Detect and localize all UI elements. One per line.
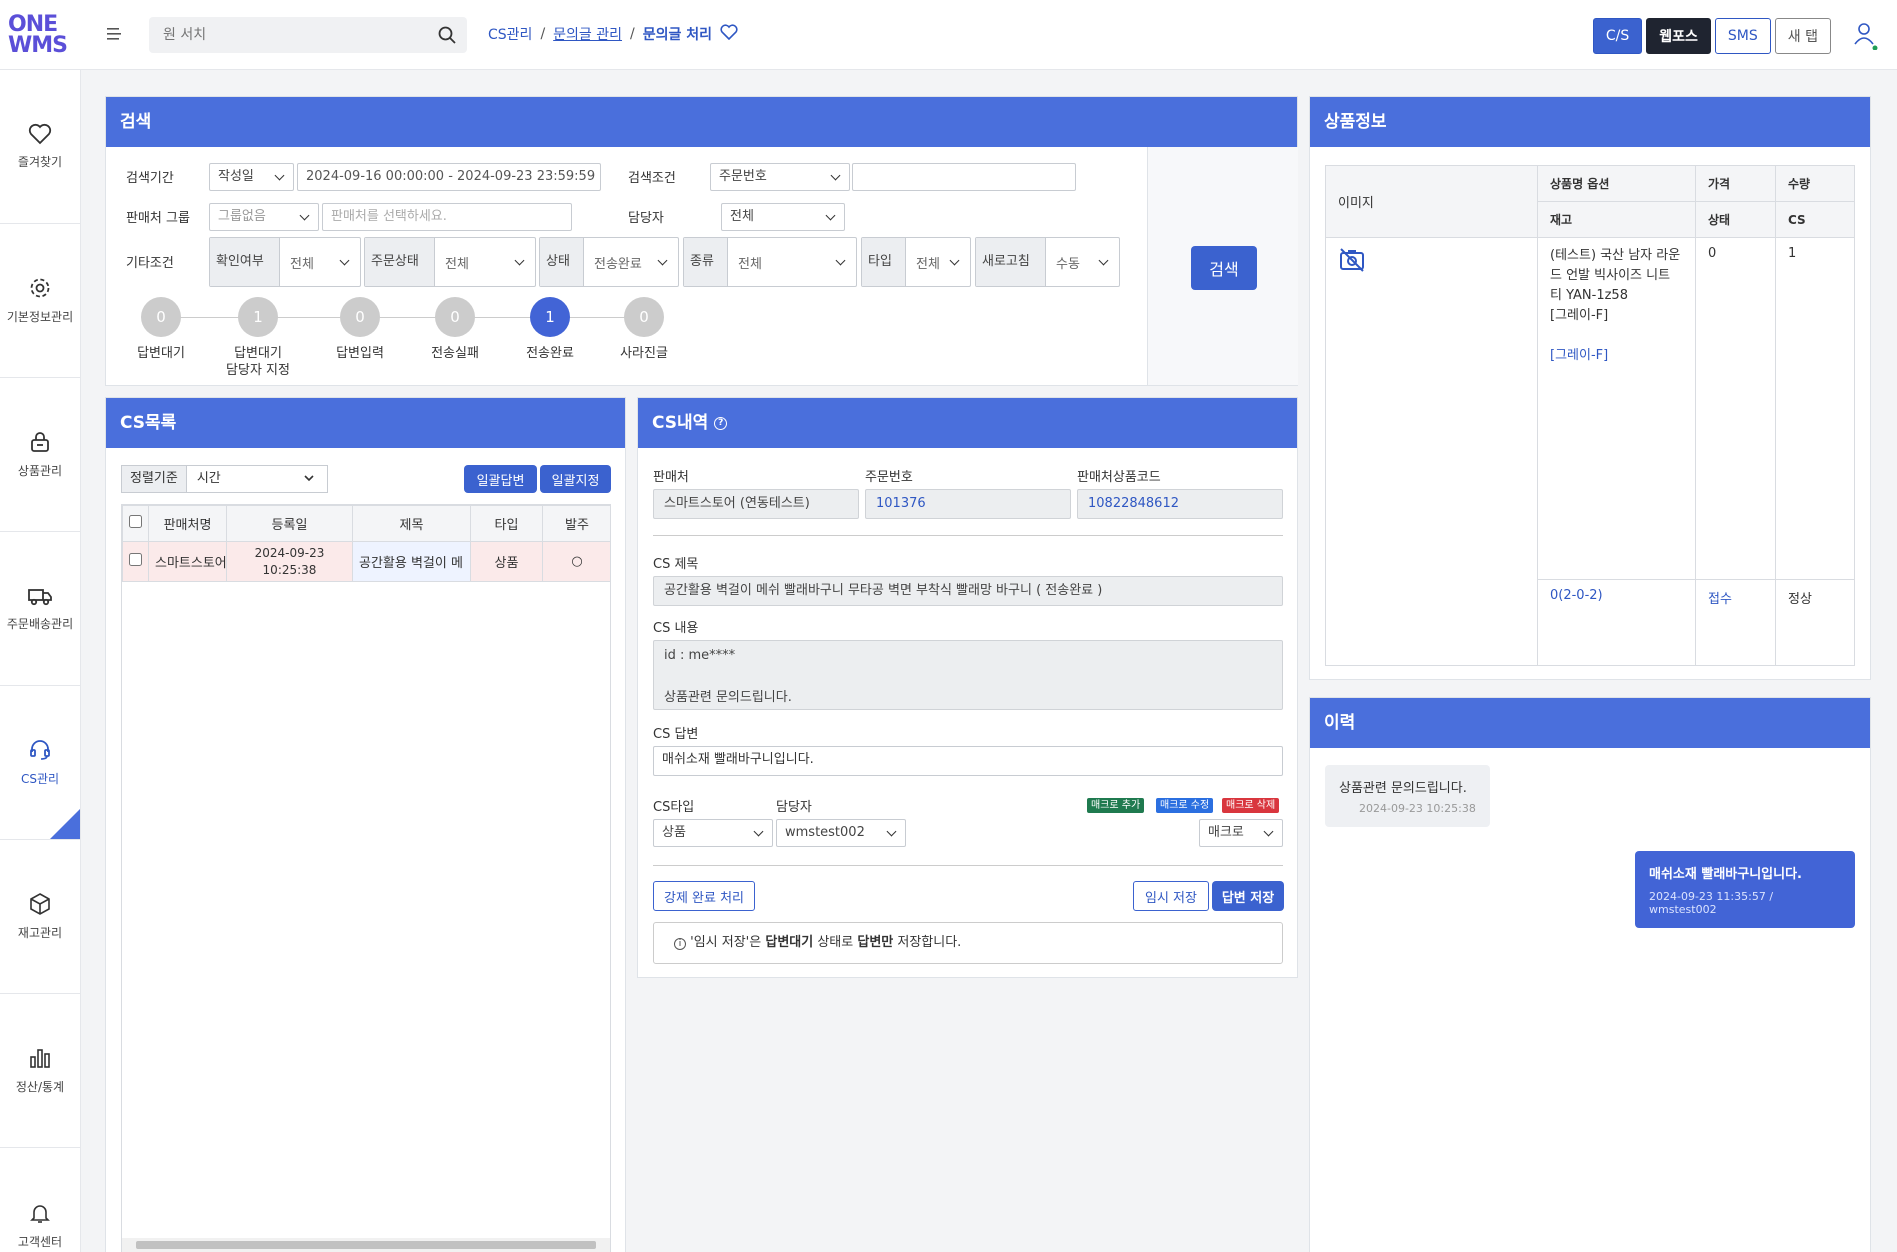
step-send-failed[interactable]: 0 전송실패 xyxy=(400,297,510,362)
order-number-link[interactable]: 101376 xyxy=(865,489,1071,519)
sidebar: 즐겨찾기 기본정보관리 상품관리 주문배송관리 CS관리 재고관리 정산/통계 … xyxy=(0,70,81,1252)
filter-type[interactable]: 타입 전체 xyxy=(861,237,971,287)
sidebar-item-favorites[interactable]: 즐겨찾기 xyxy=(0,70,80,224)
status-link[interactable]: 접수 xyxy=(1695,579,1776,666)
seller-group-select[interactable]: 그룹없음 xyxy=(209,203,319,231)
cs-detail-title: CS내역 ? xyxy=(638,398,1297,448)
bulk-assign-button[interactable]: 일괄지정 xyxy=(540,465,611,493)
bell-icon xyxy=(30,1204,50,1223)
cs-list-panel: CS목록 정렬기준 시간 일괄답변 일괄지정 판매처명 등록일 제목 타입 발주… xyxy=(105,397,626,1252)
sidebar-item-settlement[interactable]: 정산/통계 xyxy=(0,994,80,1148)
sidebar-item-basic-info[interactable]: 기본정보관리 xyxy=(0,224,80,378)
sidebar-item-cs[interactable]: CS관리 xyxy=(0,686,80,840)
breadcrumb-inquiry-manage[interactable]: 문의글 관리 xyxy=(553,24,622,44)
gear-icon xyxy=(30,278,50,298)
macro-edit-button[interactable]: 매크로 수정 xyxy=(1156,798,1214,813)
user-profile-icon[interactable] xyxy=(1853,20,1879,54)
cs-table: 판매처명 등록일 제목 타입 발주 스마트스토어 2024-09-23 10:25… xyxy=(122,505,610,582)
history-question-bubble: 상품관련 문의드립니다. 2024-09-23 10:25:38 xyxy=(1325,765,1490,827)
macro-delete-button[interactable]: 매크로 삭제 xyxy=(1222,798,1280,813)
temp-save-button[interactable]: 임시 저장 xyxy=(1133,881,1209,911)
row-checkbox[interactable] xyxy=(129,553,142,566)
headset-icon xyxy=(30,740,50,760)
force-complete-button[interactable]: 강제 완료 처리 xyxy=(653,881,755,911)
step-waiting-assigned[interactable]: 1 답변대기 담당자 지정 xyxy=(203,297,313,379)
top-buttons: C/S 웹포스 SMS 새 탭 xyxy=(1592,18,1831,54)
select-all-checkbox[interactable] xyxy=(129,515,142,528)
top-bar: ONEWMS CS관리 / 문의글 관리 / 문의글 처리 C/S 웹포스 SM… xyxy=(0,0,1897,70)
search-icon[interactable] xyxy=(437,25,457,49)
filter-order-status[interactable]: 주문상태 전체 xyxy=(364,237,536,287)
menu-toggle-icon[interactable] xyxy=(105,26,125,46)
sidebar-item-support[interactable]: 고객센터 xyxy=(0,1148,80,1252)
macro-select[interactable]: 매크로 xyxy=(1199,819,1283,847)
no-image-icon xyxy=(1340,248,1364,272)
info-icon: i xyxy=(674,938,686,950)
cs-subject-field: 공간활용 벽걸이 메쉬 빨래바구니 무타공 벽면 부착식 빨래망 바구니 ( 전… xyxy=(653,576,1283,606)
product-panel: 상품정보 이미지 상품명 옵션 가격 수량 재고 상태 CS (테스트) 국산 … xyxy=(1309,96,1871,680)
condition-type-select[interactable]: 주문번호 xyxy=(710,163,850,191)
history-panel: 이력 상품관련 문의드립니다. 2024-09-23 10:25:38 매쉬소재… xyxy=(1309,697,1871,1252)
cs-answer-input[interactable]: 매쉬소재 빨래바구니입니다. xyxy=(653,746,1283,776)
product-table: 이미지 상품명 옵션 가격 수량 재고 상태 CS (테스트) 국산 남자 라운… xyxy=(1325,165,1855,666)
seller-select-input[interactable]: 판매처를 선택하세요. xyxy=(322,203,572,231)
cs-button[interactable]: C/S xyxy=(1592,18,1643,54)
step-disappeared[interactable]: 0 사라진글 xyxy=(589,297,699,362)
cs-list-title: CS목록 xyxy=(106,398,625,448)
bulk-answer-button[interactable]: 일괄답변 xyxy=(464,465,537,493)
sms-button[interactable]: SMS xyxy=(1714,18,1771,54)
search-panel: 검색 검색기간 작성일 2024-09-16 00:00:00 - 2024-0… xyxy=(105,96,1298,386)
cs-type-select[interactable]: 상품 xyxy=(653,819,773,847)
product-code-link[interactable]: 10822848612 xyxy=(1077,489,1283,519)
breadcrumb: CS관리 / 문의글 관리 / 문의글 처리 xyxy=(488,24,738,44)
search-button[interactable]: 검색 xyxy=(1191,246,1257,290)
period-type-select[interactable]: 작성일 xyxy=(209,163,294,191)
search-panel-title: 검색 xyxy=(106,97,1297,147)
global-search xyxy=(149,17,467,53)
favorite-heart-icon[interactable] xyxy=(720,24,738,44)
cs-table-wrap: 판매처명 등록일 제목 타입 발주 스마트스토어 2024-09-23 10:25… xyxy=(121,504,611,1252)
webforce-button[interactable]: 웹포스 xyxy=(1646,18,1711,54)
heart-icon xyxy=(28,123,52,145)
seller-field: 스마트스토어 (연동테스트) xyxy=(653,489,859,519)
condition-value-input[interactable] xyxy=(852,163,1076,191)
filter-kind[interactable]: 종류 전체 xyxy=(683,237,857,287)
answer-save-button[interactable]: 답변 저장 xyxy=(1212,881,1284,911)
breadcrumb-cs[interactable]: CS관리 xyxy=(488,24,532,44)
truck-icon xyxy=(28,589,52,606)
active-indicator xyxy=(50,809,80,839)
app-logo[interactable]: ONE WMS xyxy=(8,14,68,60)
sidebar-item-inventory[interactable]: 재고관리 xyxy=(0,840,80,994)
horizontal-scrollbar[interactable] xyxy=(122,1238,610,1252)
cs-manager-select[interactable]: wmstest002 xyxy=(776,819,906,847)
search-input[interactable] xyxy=(149,17,419,53)
help-icon: ? xyxy=(714,416,728,430)
product-option-link[interactable]: [그레이-F] xyxy=(1550,346,1683,366)
sidebar-item-products[interactable]: 상품관리 xyxy=(0,378,80,532)
lock-bag-icon xyxy=(31,432,49,452)
new-tab-button[interactable]: 새 탭 xyxy=(1774,18,1831,54)
history-panel-title: 이력 xyxy=(1310,698,1870,748)
filter-confirm[interactable]: 확인여부 전체 xyxy=(209,237,361,287)
history-answer-bubble: 매쉬소재 빨래바구니입니다. 2024-09-23 11:35:57 / wms… xyxy=(1635,851,1855,928)
breadcrumb-current: 문의글 처리 xyxy=(642,27,713,43)
bar-chart-icon xyxy=(30,1049,50,1068)
temp-save-note: i '임시 저장'은 답변대기 상태로 답변만 저장합니다. xyxy=(653,922,1283,964)
macro-add-button[interactable]: 매크로 추가 xyxy=(1087,798,1145,813)
sort-select[interactable]: 정렬기준 시간 xyxy=(121,465,328,493)
cs-detail-panel: CS내역 ? 판매처 주문번호 판매처상품코드 스마트스토어 (연동테스트) 1… xyxy=(637,397,1298,978)
chevron-down-icon xyxy=(304,475,314,482)
cs-content-field: id : me**** 상품관련 문의드립니다. xyxy=(653,640,1283,710)
filter-state[interactable]: 상태 전송완료 xyxy=(539,237,679,287)
table-row[interactable]: 스마트스토어 2024-09-23 10:25:38 공간활용 벽걸이 메 상품 … xyxy=(122,541,610,582)
period-range-input[interactable]: 2024-09-16 00:00:00 - 2024-09-23 23:59:5… xyxy=(297,163,601,191)
step-answer-input[interactable]: 0 답변입력 xyxy=(305,297,415,362)
box-icon xyxy=(30,893,50,915)
sidebar-item-orders[interactable]: 주문배송관리 xyxy=(0,532,80,686)
step-waiting[interactable]: 0 답변대기 xyxy=(106,297,216,362)
filter-refresh[interactable]: 새로고침 수동 xyxy=(975,237,1120,287)
manager-select[interactable]: 전체 xyxy=(721,203,845,231)
product-panel-title: 상품정보 xyxy=(1310,97,1870,147)
stock-link[interactable]: 0(2-0-2) xyxy=(1537,579,1696,666)
